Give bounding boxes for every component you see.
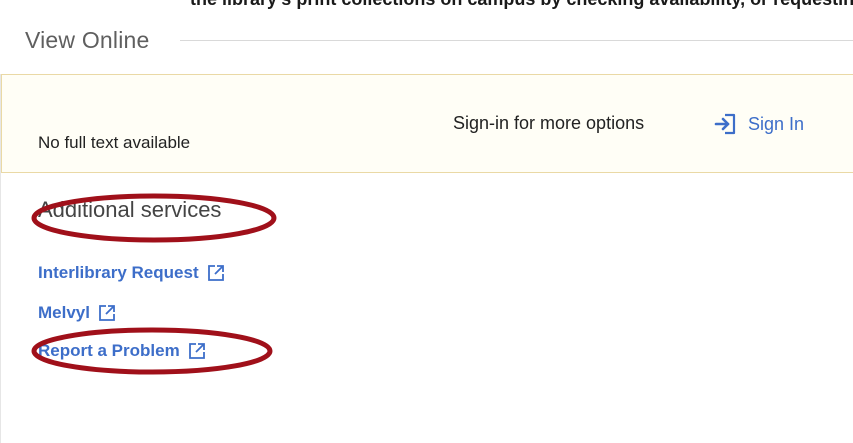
external-link-icon	[207, 265, 224, 281]
section-title: View Online	[25, 26, 150, 53]
sign-in-label: Sign In	[748, 113, 805, 134]
link-label: Report a Problem	[38, 341, 180, 360]
interlibrary-request-link[interactable]: Interlibrary Request	[38, 263, 225, 283]
report-a-problem-link[interactable]: Report a Problem	[38, 341, 206, 361]
melvyl-link[interactable]: Melvyl	[38, 303, 116, 323]
view-online-header: View Online	[25, 22, 853, 58]
link-label: Melvyl	[38, 303, 90, 322]
signin-prompt: Sign-in for more options	[453, 113, 645, 133]
section-divider	[179, 39, 853, 41]
cut-off-text-line: the library's print collections on campu…	[190, 0, 853, 10]
additional-services-heading: Additional services	[38, 197, 222, 222]
availability-message: No full text available	[38, 133, 191, 152]
sign-in-icon	[714, 113, 736, 135]
signin-bar: Sign-in for more options Sign In	[1, 74, 853, 173]
external-link-icon	[188, 343, 205, 359]
view-online-panel: Sign-in for more options Sign In	[0, 74, 853, 443]
sign-in-button[interactable]: Sign In	[713, 111, 804, 137]
external-link-icon	[99, 305, 115, 321]
link-label: Interlibrary Request	[38, 263, 199, 282]
cut-off-text: the library's print collections on campu…	[0, 0, 853, 12]
